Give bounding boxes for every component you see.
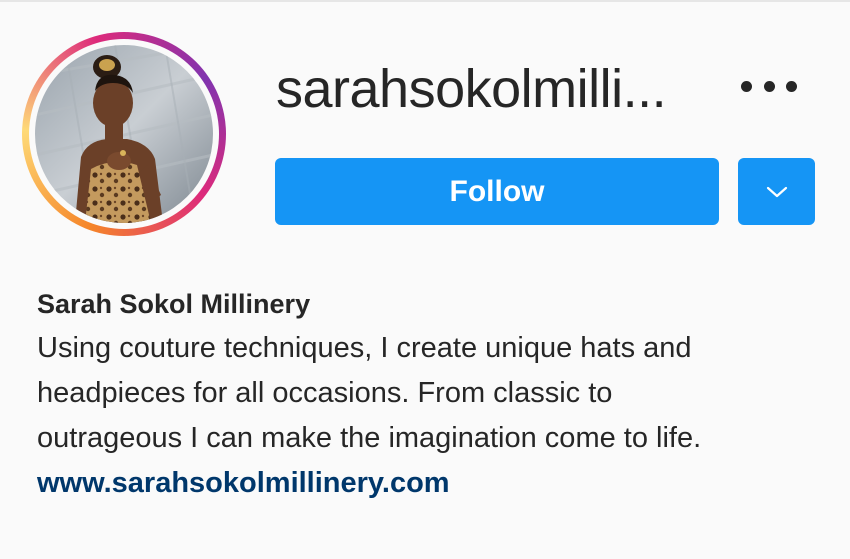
top-divider [0, 0, 850, 2]
more-options-icon-dot [763, 80, 775, 92]
more-options-button[interactable] [741, 68, 797, 104]
profile-avatar-story-ring[interactable] [22, 32, 226, 236]
bio-description: Using couture techniques, I create uniqu… [37, 326, 837, 461]
bio-line: headpieces for all occasions. From class… [37, 377, 613, 409]
more-options-icon-dot [786, 80, 797, 92]
profile-display-name: Sarah Sokol Millinery [37, 289, 311, 319]
avatar[interactable] [35, 45, 213, 223]
bottom-edge [0, 552, 850, 559]
more-options-icon [741, 80, 752, 92]
follow-button[interactable]: Follow [275, 158, 719, 225]
profile-bio: Sarah Sokol Millinery Using couture tech… [37, 285, 837, 505]
avatar-ring-gap [29, 39, 219, 229]
chevron-down-icon [766, 186, 787, 197]
profile-username: sarahsokolmilli... [276, 59, 667, 119]
bio-line: Using couture techniques, I create uniqu… [37, 332, 692, 364]
website-link[interactable]: www.sarahsokolmillinery.com [37, 461, 450, 505]
suggested-accounts-dropdown-button[interactable] [738, 158, 815, 225]
avatar-photo-image [35, 45, 213, 223]
bio-line: outrageous I can make the imagination co… [37, 422, 702, 454]
